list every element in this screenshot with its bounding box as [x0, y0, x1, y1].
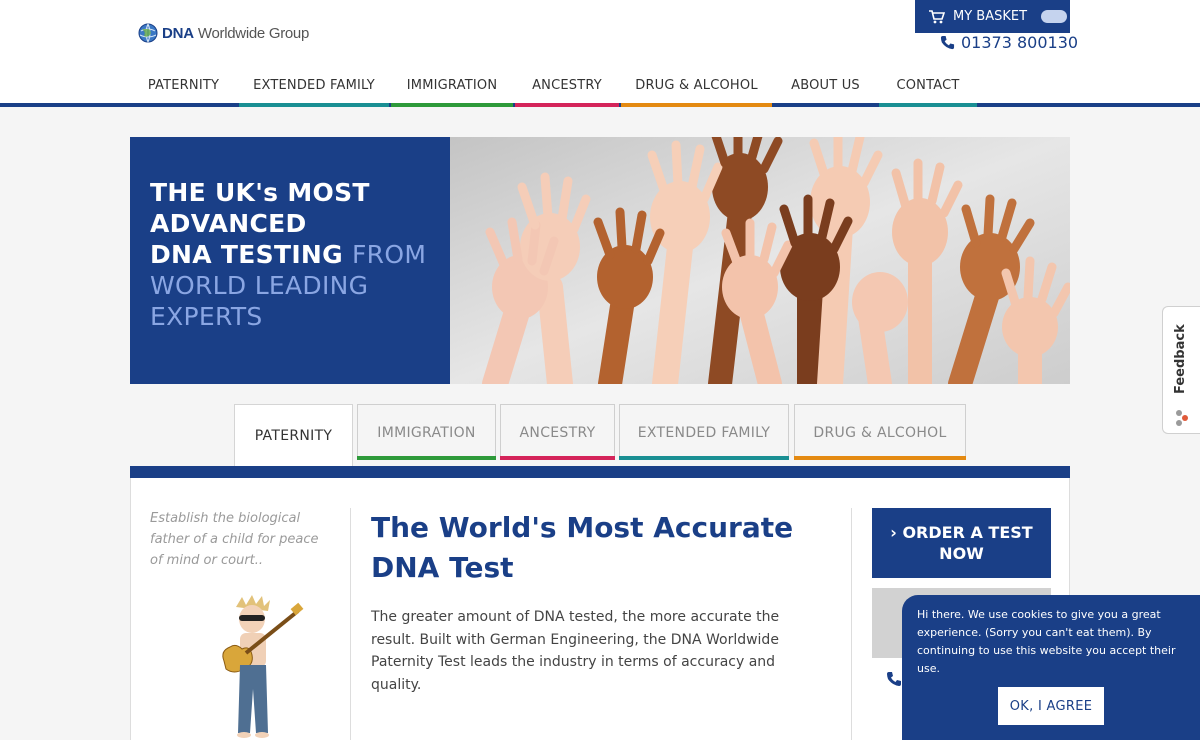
nav-item-bar [391, 103, 513, 107]
phone-icon [940, 35, 955, 49]
globe-icon [138, 23, 158, 43]
hero-banner: THE UK's MOST ADVANCED DNA TESTING FROM … [130, 137, 1070, 384]
site-header: DNA Worldwide Group MY BASKET 01373 8001… [0, 0, 1200, 107]
tab-label: ANCESTRY [519, 424, 596, 441]
feedback-label: Feedback [1173, 324, 1188, 394]
tab-paternity[interactable]: PATERNITY [234, 404, 353, 466]
nav-item-extended-family[interactable]: EXTENDED FAMILY [239, 70, 389, 107]
nav-item-about-us[interactable]: ABOUT US [774, 70, 877, 107]
main-nav: PATERNITY EXTENDED FAMILY IMMIGRATION AN… [0, 70, 1200, 107]
hero-line-light: EXPERTS [150, 302, 263, 331]
hero-line-strong: DNA TESTING [150, 240, 343, 269]
hero-headline: THE UK's MOST ADVANCED DNA TESTING FROM … [150, 177, 440, 332]
cart-icon [929, 9, 945, 23]
logo-brand-text: DNA [162, 24, 194, 42]
feedback-dots-icon [1176, 410, 1188, 426]
cookie-message: Hi there. We use cookies to give you a g… [917, 608, 1176, 675]
feedback-tab[interactable]: Feedback [1162, 306, 1200, 434]
my-basket-button[interactable]: MY BASKET [915, 0, 1070, 33]
tab-label: IMMIGRATION [377, 424, 476, 441]
tab-bar [357, 456, 496, 460]
order-test-button[interactable]: › ORDER A TEST NOW [872, 508, 1051, 578]
phone-icon [887, 672, 901, 686]
site-logo[interactable]: DNA Worldwide Group [138, 22, 309, 44]
hero-line: DNA TESTING FROM [150, 239, 440, 270]
nav-item-label: CONTACT [896, 78, 960, 93]
logo-rest-text: Worldwide Group [197, 24, 310, 42]
hero-line: ADVANCED [150, 209, 307, 238]
nav-item-ancestry[interactable]: ANCESTRY [515, 70, 619, 107]
tab-label: DRUG & ALCOHOL [813, 424, 947, 441]
paternity-tagline: Establish the biological father of a chi… [150, 511, 319, 568]
basket-label: MY BASKET [953, 9, 1028, 24]
cookie-agree-button[interactable]: OK, I AGREE [998, 687, 1104, 725]
nav-item-bar [130, 103, 237, 107]
phone-number: 01373 800130 [961, 32, 1079, 52]
nav-item-label: ABOUT US [791, 78, 860, 93]
raised-hands-image [450, 137, 1070, 384]
basket-count-pill [1041, 10, 1068, 23]
nav-item-paternity[interactable]: PATERNITY [130, 70, 237, 107]
nav-item-contact[interactable]: CONTACT [879, 70, 977, 107]
chevron-right-icon: › [890, 523, 897, 542]
tab-bar [500, 456, 615, 460]
order-test-label: ORDER A TEST NOW [902, 523, 1033, 563]
tab-immigration[interactable]: IMMIGRATION [357, 404, 496, 460]
nav-item-label: DRUG & ALCOHOL [635, 78, 758, 93]
nav-item-label: IMMIGRATION [406, 78, 498, 93]
cookie-banner: Hi there. We use cookies to give you a g… [902, 595, 1200, 740]
tab-extended-family[interactable]: EXTENDED FAMILY [619, 404, 789, 460]
nav-item-label: EXTENDED FAMILY [253, 78, 375, 93]
nav-item-immigration[interactable]: IMMIGRATION [391, 70, 513, 107]
nav-item-bar [239, 103, 389, 107]
nav-item-bar [515, 103, 619, 107]
tab-label: EXTENDED FAMILY [637, 424, 771, 441]
tab-panel-strip [130, 466, 1070, 478]
nav-item-bar [879, 103, 977, 107]
nav-item-bar [774, 103, 877, 107]
tab-label: PATERNITY [254, 427, 333, 444]
tab-bar [619, 456, 789, 460]
product-tabs: PATERNITY IMMIGRATION ANCESTRY EXTENDED … [0, 404, 1200, 466]
content-divider [851, 508, 852, 740]
content-divider [350, 508, 351, 740]
tab-ancestry[interactable]: ANCESTRY [500, 404, 615, 460]
tab-bar [794, 456, 966, 460]
nav-item-drug-alcohol[interactable]: DRUG & ALCOHOL [621, 70, 772, 107]
header-phone[interactable]: 01373 800130 [940, 32, 1078, 52]
paternity-title: The World's Most Accurate DNA Test [371, 511, 794, 584]
hero-line-light: FROM [351, 240, 427, 269]
paternity-description: The greater amount of DNA tested, the mo… [371, 609, 780, 693]
tab-drug-alcohol[interactable]: DRUG & ALCOHOL [794, 404, 966, 460]
hero-line-light: WORLD LEADING [150, 271, 369, 300]
hero-line: THE UK's MOST [150, 178, 370, 207]
child-guitar-image [222, 595, 304, 738]
nav-item-label: PATERNITY [147, 78, 220, 93]
nav-item-label: ANCESTRY [532, 78, 602, 93]
nav-item-bar [621, 103, 772, 107]
